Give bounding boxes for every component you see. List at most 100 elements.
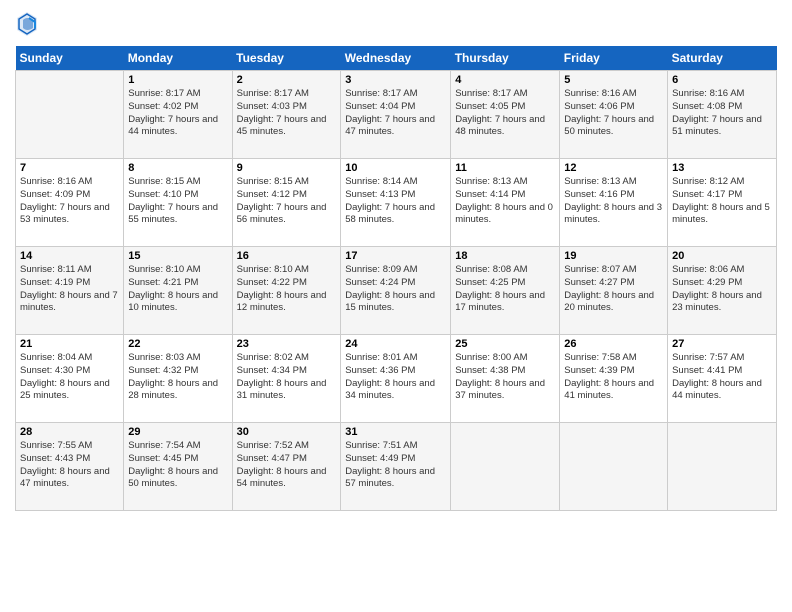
day-info: Sunrise: 8:08 AMSunset: 4:25 PMDaylight:… (455, 264, 555, 315)
calendar-cell: 28 Sunrise: 7:55 AMSunset: 4:43 PMDayligh… (16, 423, 124, 511)
day-info: Sunrise: 8:02 AMSunset: 4:34 PMDaylight:… (237, 352, 337, 403)
day-number: 10 (345, 162, 446, 174)
calendar-cell: 12 Sunrise: 8:13 AMSunset: 4:16 PMDayligh… (560, 159, 668, 247)
day-info: Sunrise: 8:16 AMSunset: 4:06 PMDaylight:… (564, 88, 663, 139)
calendar-cell (668, 423, 777, 511)
calendar-cell: 3 Sunrise: 8:17 AMSunset: 4:04 PMDaylight… (341, 71, 451, 159)
day-number: 1 (128, 74, 227, 86)
day-info: Sunrise: 7:55 AMSunset: 4:43 PMDaylight:… (20, 440, 119, 491)
calendar-cell: 26Sunrise: 7:58 AMSunset: 4:39 PMDayligh… (560, 335, 668, 423)
day-info: Sunrise: 8:10 AMSunset: 4:21 PMDaylight:… (128, 264, 227, 315)
calendar-cell (451, 423, 560, 511)
week-row-5: 28 Sunrise: 7:55 AMSunset: 4:43 PMDayligh… (16, 423, 777, 511)
day-number: 18 (455, 250, 555, 262)
day-number: 5 (564, 74, 663, 86)
calendar-cell: 21 Sunrise: 8:04 AMSunset: 4:30 PMDayligh… (16, 335, 124, 423)
day-number: 22 (128, 338, 227, 350)
day-info: Sunrise: 8:11 AMSunset: 4:19 PMDaylight:… (20, 264, 119, 315)
day-number: 31 (345, 426, 446, 438)
calendar-cell: 27Sunrise: 7:57 AMSunset: 4:41 PMDayligh… (668, 335, 777, 423)
calendar-cell: 24 Sunrise: 8:01 AMSunset: 4:36 PMDayligh… (341, 335, 451, 423)
calendar-cell: 14 Sunrise: 8:11 AMSunset: 4:19 PMDayligh… (16, 247, 124, 335)
weekday-header-monday: Monday (124, 46, 232, 71)
calendar-cell: 8 Sunrise: 8:15 AMSunset: 4:10 PMDaylight… (124, 159, 232, 247)
day-number: 13 (672, 162, 772, 174)
day-info: Sunrise: 8:15 AMSunset: 4:10 PMDaylight:… (128, 176, 227, 227)
weekday-header-wednesday: Wednesday (341, 46, 451, 71)
day-info: Sunrise: 8:17 AMSunset: 4:04 PMDaylight:… (345, 88, 446, 139)
day-number: 14 (20, 250, 119, 262)
page: SundayMondayTuesdayWednesdayThursdayFrid… (0, 0, 792, 612)
day-info: Sunrise: 8:00 AMSunset: 4:38 PMDaylight:… (455, 352, 555, 403)
calendar-cell: 30Sunrise: 7:52 AMSunset: 4:47 PMDayligh… (232, 423, 341, 511)
calendar-cell: 20 Sunrise: 8:06 AMSunset: 4:29 PMDayligh… (668, 247, 777, 335)
calendar-cell (560, 423, 668, 511)
day-number: 6 (672, 74, 772, 86)
day-number: 4 (455, 74, 555, 86)
weekday-header-saturday: Saturday (668, 46, 777, 71)
header (15, 10, 777, 38)
day-info: Sunrise: 8:15 AMSunset: 4:12 PMDaylight:… (237, 176, 337, 227)
day-number: 25 (455, 338, 555, 350)
calendar-table: SundayMondayTuesdayWednesdayThursdayFrid… (15, 46, 777, 511)
calendar-cell: 1 Sunrise: 8:17 AMSunset: 4:02 PMDaylight… (124, 71, 232, 159)
day-number: 24 (345, 338, 446, 350)
day-number: 23 (237, 338, 337, 350)
day-info: Sunrise: 8:01 AMSunset: 4:36 PMDaylight:… (345, 352, 446, 403)
calendar-cell: 22 Sunrise: 8:03 AMSunset: 4:32 PMDayligh… (124, 335, 232, 423)
day-info: Sunrise: 8:06 AMSunset: 4:29 PMDaylight:… (672, 264, 772, 315)
weekday-header-thursday: Thursday (451, 46, 560, 71)
calendar-cell: 17Sunrise: 8:09 AMSunset: 4:24 PMDayligh… (341, 247, 451, 335)
week-row-2: 7Sunrise: 8:16 AMSunset: 4:09 PMDaylight… (16, 159, 777, 247)
day-info: Sunrise: 8:17 AMSunset: 4:05 PMDaylight:… (455, 88, 555, 139)
calendar-cell: 18 Sunrise: 8:08 AMSunset: 4:25 PMDayligh… (451, 247, 560, 335)
calendar-cell: 13 Sunrise: 8:12 AMSunset: 4:17 PMDayligh… (668, 159, 777, 247)
day-number: 19 (564, 250, 663, 262)
calendar-cell: 15Sunrise: 8:10 AMSunset: 4:21 PMDayligh… (124, 247, 232, 335)
calendar-cell: 7Sunrise: 8:16 AMSunset: 4:09 PMDaylight… (16, 159, 124, 247)
day-number: 20 (672, 250, 772, 262)
weekday-header-friday: Friday (560, 46, 668, 71)
weekday-header-row: SundayMondayTuesdayWednesdayThursdayFrid… (16, 46, 777, 71)
calendar-cell (16, 71, 124, 159)
day-info: Sunrise: 8:17 AMSunset: 4:02 PMDaylight:… (128, 88, 227, 139)
day-number: 16 (237, 250, 337, 262)
day-number: 11 (455, 162, 555, 174)
week-row-4: 21 Sunrise: 8:04 AMSunset: 4:30 PMDayligh… (16, 335, 777, 423)
day-number: 29 (128, 426, 227, 438)
calendar-cell: 29 Sunrise: 7:54 AMSunset: 4:45 PMDayligh… (124, 423, 232, 511)
day-number: 12 (564, 162, 663, 174)
calendar-cell: 25 Sunrise: 8:00 AMSunset: 4:38 PMDayligh… (451, 335, 560, 423)
day-info: Sunrise: 8:07 AMSunset: 4:27 PMDaylight:… (564, 264, 663, 315)
day-number: 30 (237, 426, 337, 438)
calendar-cell: 19 Sunrise: 8:07 AMSunset: 4:27 PMDayligh… (560, 247, 668, 335)
day-info: Sunrise: 7:54 AMSunset: 4:45 PMDaylight:… (128, 440, 227, 491)
day-number: 8 (128, 162, 227, 174)
week-row-1: 1 Sunrise: 8:17 AMSunset: 4:02 PMDaylight… (16, 71, 777, 159)
day-info: Sunrise: 8:12 AMSunset: 4:17 PMDaylight:… (672, 176, 772, 227)
calendar-cell: 16 Sunrise: 8:10 AMSunset: 4:22 PMDayligh… (232, 247, 341, 335)
week-row-3: 14 Sunrise: 8:11 AMSunset: 4:19 PMDayligh… (16, 247, 777, 335)
day-info: Sunrise: 8:10 AMSunset: 4:22 PMDaylight:… (237, 264, 337, 315)
calendar-cell: 10 Sunrise: 8:14 AMSunset: 4:13 PMDayligh… (341, 159, 451, 247)
day-number: 3 (345, 74, 446, 86)
day-info: Sunrise: 8:16 AMSunset: 4:09 PMDaylight:… (20, 176, 119, 227)
day-info: Sunrise: 8:16 AMSunset: 4:08 PMDaylight:… (672, 88, 772, 139)
day-info: Sunrise: 8:14 AMSunset: 4:13 PMDaylight:… (345, 176, 446, 227)
day-number: 27 (672, 338, 772, 350)
day-number: 21 (20, 338, 119, 350)
calendar-cell: 6 Sunrise: 8:16 AMSunset: 4:08 PMDaylight… (668, 71, 777, 159)
day-number: 28 (20, 426, 119, 438)
day-info: Sunrise: 8:13 AMSunset: 4:16 PMDaylight:… (564, 176, 663, 227)
day-info: Sunrise: 8:04 AMSunset: 4:30 PMDaylight:… (20, 352, 119, 403)
day-info: Sunrise: 7:58 AMSunset: 4:39 PMDaylight:… (564, 352, 663, 403)
calendar-cell: 4 Sunrise: 8:17 AMSunset: 4:05 PMDaylight… (451, 71, 560, 159)
day-info: Sunrise: 8:03 AMSunset: 4:32 PMDaylight:… (128, 352, 227, 403)
day-info: Sunrise: 8:13 AMSunset: 4:14 PMDaylight:… (455, 176, 555, 227)
day-number: 17 (345, 250, 446, 262)
weekday-header-sunday: Sunday (16, 46, 124, 71)
calendar-cell: 2Sunrise: 8:17 AMSunset: 4:03 PMDaylight… (232, 71, 341, 159)
calendar-cell: 11 Sunrise: 8:13 AMSunset: 4:14 PMDayligh… (451, 159, 560, 247)
calendar-cell: 5 Sunrise: 8:16 AMSunset: 4:06 PMDaylight… (560, 71, 668, 159)
calendar-cell: 9Sunrise: 8:15 AMSunset: 4:12 PMDaylight… (232, 159, 341, 247)
